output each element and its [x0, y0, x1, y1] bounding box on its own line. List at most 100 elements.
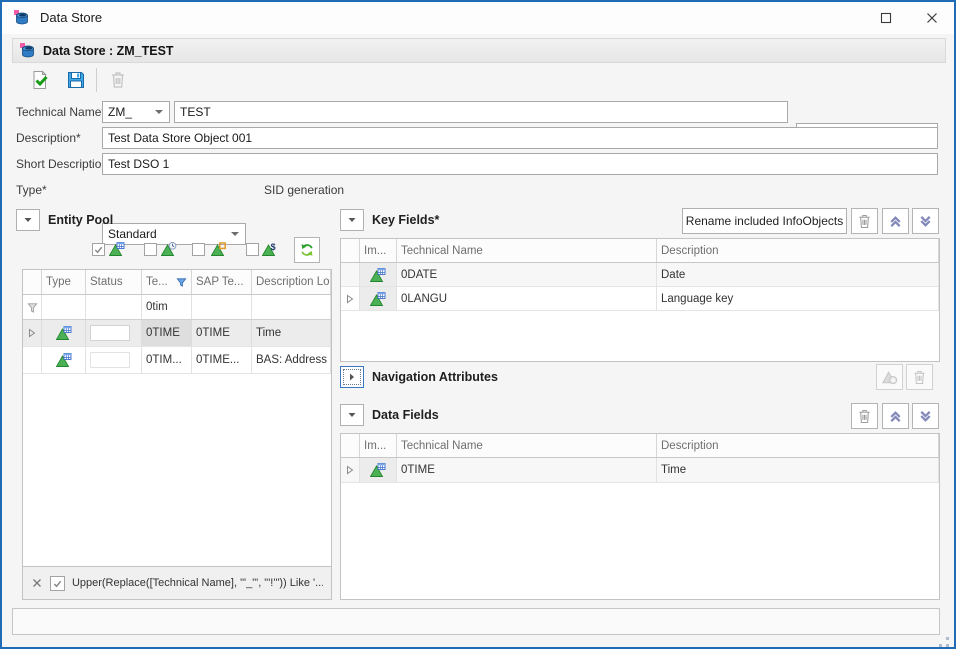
status-progress-box	[90, 352, 130, 368]
trash-icon	[856, 213, 873, 230]
row-indicator	[23, 347, 42, 373]
data-col-description[interactable]: Description	[657, 434, 939, 457]
clear-filter-icon[interactable]	[31, 577, 43, 589]
filter-enabled-checkbox[interactable]	[50, 576, 65, 591]
description-value: Test Data Store Object 001	[108, 131, 252, 145]
move-up-icon	[888, 214, 903, 229]
filter-type-cell[interactable]	[42, 295, 86, 319]
technical-name-cell[interactable]: 0LANGU	[397, 287, 657, 310]
close-button[interactable]	[910, 2, 954, 33]
infoobject-icon-cell	[360, 263, 397, 286]
datastore-icon	[20, 43, 36, 59]
entity-col-sap-technical-name[interactable]: SAP Te...	[192, 270, 252, 294]
technical-name-cell[interactable]: 0TIM...	[142, 347, 192, 373]
maximize-icon	[880, 12, 892, 24]
technical-name-prefix-value: ZM_	[108, 105, 132, 119]
technical-name-prefix-combo[interactable]: ZM_	[102, 101, 170, 123]
key-figure-filter-checkbox[interactable]	[246, 243, 259, 256]
unit-filter-checkbox[interactable]	[192, 243, 205, 256]
entity-col-type[interactable]: Type	[42, 270, 86, 294]
description-label: Description*	[16, 127, 81, 149]
rename-infoobjects-button[interactable]: Rename included InfoObjects	[682, 208, 847, 234]
status-cell	[86, 320, 142, 346]
entity-col-description-long[interactable]: Description Long	[252, 270, 331, 294]
save-icon	[66, 70, 86, 90]
collapse-icon	[23, 215, 33, 225]
data-fields-move-up-button[interactable]	[882, 403, 909, 429]
data-col-indicator	[341, 434, 360, 457]
table-row[interactable]: 0LANGU Language key	[341, 287, 939, 311]
key-figure-icon: $	[262, 241, 278, 257]
row-indicator	[341, 458, 360, 482]
data-col-image[interactable]: Im...	[360, 434, 397, 457]
entity-col-status[interactable]: Status	[86, 270, 142, 294]
activate-button[interactable]	[26, 66, 54, 94]
table-row[interactable]: 0TIM... 0TIME... BAS: Address Time ...	[23, 347, 331, 374]
entity-col-technical-name[interactable]: Te...	[142, 270, 192, 294]
row-indicator	[341, 287, 360, 310]
filter-row-indicator	[23, 295, 42, 319]
short-description-label: Short Description	[16, 153, 108, 175]
row-indicator	[23, 320, 42, 346]
filter-technical-name-cell[interactable]: 0tim	[142, 295, 192, 319]
technical-name-cell[interactable]: 0DATE	[397, 263, 657, 286]
key-col-technical-name[interactable]: Technical Name	[397, 239, 657, 262]
data-store-window: Data Store Data Store : ZM_TEST Technica…	[0, 0, 956, 649]
sap-technical-name-cell: 0TIME...	[192, 347, 252, 373]
short-description-value: Test DSO 1	[108, 157, 169, 171]
filter-status-cell[interactable]	[86, 295, 142, 319]
move-down-icon	[918, 409, 933, 424]
description-input[interactable]: Test Data Store Object 001	[102, 127, 938, 149]
technical-name-input[interactable]: TEST	[174, 101, 788, 123]
entity-pool-header-row: Type Status Te... SAP Te... Description …	[23, 270, 331, 295]
key-col-indicator	[341, 239, 360, 262]
navigation-attributes-title: Navigation Attributes	[372, 366, 498, 388]
data-fields-header-row: Im... Technical Name Description	[341, 434, 939, 458]
key-col-image[interactable]: Im...	[360, 239, 397, 262]
key-fields-move-down-button[interactable]	[912, 208, 939, 234]
save-button[interactable]	[62, 66, 90, 94]
expand-icon	[347, 372, 357, 382]
svg-text:$: $	[271, 242, 276, 252]
navigation-attributes-delete-button[interactable]	[906, 364, 933, 390]
characteristic-icon	[109, 241, 125, 257]
table-row[interactable]: 0DATE Date	[341, 263, 939, 287]
data-col-technical-name[interactable]: Technical Name	[397, 434, 657, 457]
data-fields-delete-button[interactable]	[851, 403, 878, 429]
time-characteristic-filter-checkbox[interactable]	[144, 243, 157, 256]
delete-button[interactable]	[104, 66, 132, 94]
short-description-input[interactable]: Test DSO 1	[102, 153, 938, 175]
characteristic-icon	[370, 267, 386, 283]
type-cell	[42, 347, 86, 373]
technical-name-cell[interactable]: 0TIME	[142, 320, 192, 346]
table-row[interactable]: 0TIME 0TIME Time	[23, 320, 331, 347]
status-progress-box	[90, 325, 130, 341]
characteristic-filter-checkbox[interactable]	[92, 243, 105, 256]
key-col-description[interactable]: Description	[657, 239, 939, 262]
navigation-attributes-expand-button[interactable]	[340, 366, 364, 388]
key-fields-move-up-button[interactable]	[882, 208, 909, 234]
refresh-button[interactable]	[294, 237, 320, 263]
key-fields-delete-button[interactable]	[851, 208, 878, 234]
entity-pool-collapse-button[interactable]	[16, 209, 40, 231]
filter-sap-cell[interactable]	[192, 295, 252, 319]
titlebar[interactable]: Data Store	[2, 2, 954, 34]
type-cell	[42, 320, 86, 346]
check-icon	[52, 578, 63, 589]
entity-pool-filter-row[interactable]: 0tim	[23, 295, 331, 320]
add-navigation-attribute-button[interactable]	[876, 364, 903, 390]
add-navigation-attribute-icon	[881, 368, 899, 386]
filter-description-cell[interactable]	[252, 295, 331, 319]
move-up-icon	[888, 409, 903, 424]
filter-expression[interactable]: Upper(Replace([Technical Name], "'_'", "…	[72, 577, 323, 589]
table-row[interactable]: 0TIME Time	[341, 458, 939, 483]
technical-name-cell[interactable]: 0TIME	[397, 458, 657, 482]
row-indicator-icon	[28, 328, 36, 338]
resize-grip-icon[interactable]	[938, 636, 950, 648]
time-characteristic-icon	[161, 241, 177, 257]
maximize-button[interactable]	[864, 2, 908, 33]
sap-technical-name-cell: 0TIME	[192, 320, 252, 346]
key-fields-collapse-button[interactable]	[340, 209, 364, 231]
data-fields-move-down-button[interactable]	[912, 403, 939, 429]
data-fields-collapse-button[interactable]	[340, 404, 364, 426]
